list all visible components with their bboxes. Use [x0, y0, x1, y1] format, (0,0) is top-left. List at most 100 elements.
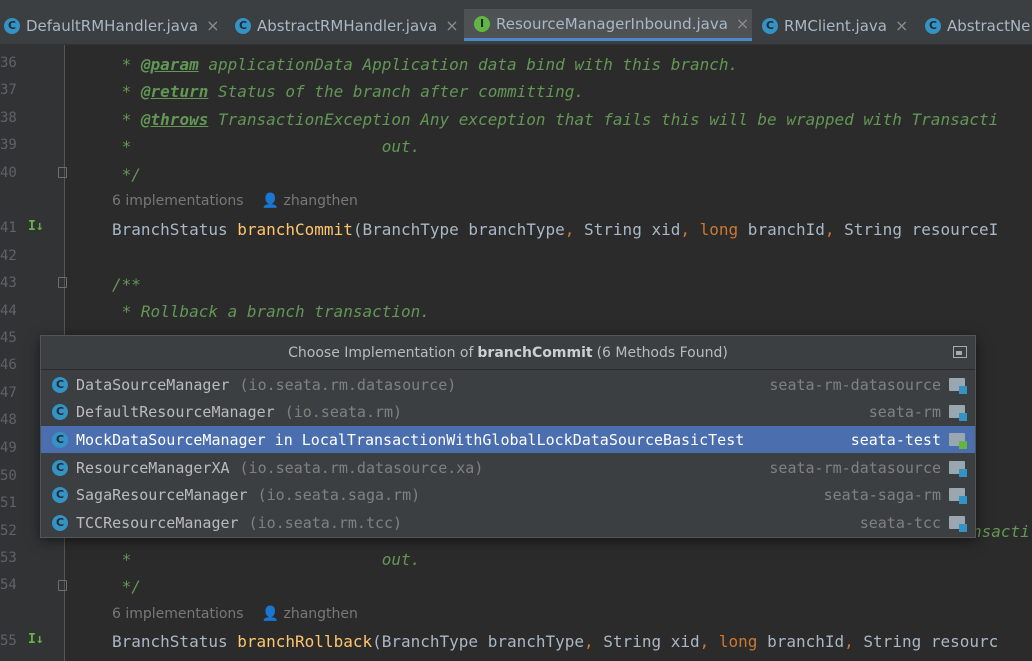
line-number: 54 — [0, 577, 17, 593]
line-number: 40 — [0, 165, 17, 181]
class-icon: C — [762, 17, 778, 34]
implementations-count[interactable]: 6 implementations — [112, 606, 244, 622]
class-name: ResourceManagerXA — [76, 458, 230, 477]
code-line-36: * @param applicationData Application dat… — [112, 55, 739, 74]
line-number: 45 — [0, 330, 17, 346]
tab-defaultrmhandler[interactable]: C DefaultRMHandler.java × — [4, 9, 219, 42]
class-icon: C — [4, 17, 20, 34]
line-number: 55 — [0, 633, 17, 649]
code-line-41[interactable]: BranchStatus branchCommit(BranchType bra… — [112, 220, 998, 239]
module-name: seata-rm-datasource — [769, 458, 941, 477]
implementation-item[interactable]: C SagaResourceManager (io.seata.saga.rm)… — [41, 481, 975, 508]
code-line-38: * @throws TransactionException Any excep… — [112, 110, 999, 129]
method-name[interactable]: branchRollback — [237, 632, 372, 651]
tab-abstractrmhandler[interactable]: C AbstractRMHandler.java × — [235, 9, 459, 42]
code-line-55[interactable]: BranchStatus branchRollback(BranchType b… — [112, 632, 998, 651]
tab-resourcemanagerinbound[interactable]: I ResourceManagerInbound.java × — [464, 9, 752, 41]
line-number: 50 — [0, 468, 17, 484]
tab-label: RMClient.java — [784, 16, 887, 35]
line-number: 51 — [0, 495, 17, 511]
return-type: BranchStatus — [112, 632, 238, 651]
code-line-40: */ — [112, 165, 141, 184]
param: branchId — [738, 220, 825, 239]
tab-label: DefaultRMHandler.java — [26, 16, 199, 35]
tab-label: AbstractRMHandler.java — [257, 16, 438, 35]
fold-marker-icon[interactable] — [58, 580, 67, 591]
tab-label: AbstractNe — [947, 16, 1031, 35]
line-number: 53 — [0, 550, 17, 566]
keyword: long — [690, 220, 739, 239]
open-in-window-icon[interactable] — [953, 346, 967, 358]
param: String xid — [593, 632, 700, 651]
close-icon[interactable]: × — [206, 16, 219, 35]
param: (BranchType branchType — [352, 220, 565, 239]
comma: , — [564, 220, 575, 239]
keyword: long — [709, 632, 758, 651]
implemented-arrow-icon[interactable]: I↓ — [28, 632, 44, 647]
comma: , — [699, 632, 710, 651]
method-name[interactable]: branchCommit — [237, 220, 353, 239]
implementation-item[interactable]: C DataSourceManager (io.seata.rm.datasou… — [41, 371, 975, 398]
implementation-item-selected[interactable]: C MockDataSourceManager in LocalTransact… — [41, 426, 975, 453]
module-folder-icon — [949, 378, 967, 394]
class-name: MockDataSourceManager in LocalTransactio… — [76, 430, 745, 449]
package-name: (io.seata.rm.datasource.xa) — [239, 458, 484, 477]
package-name: (io.seata.rm) — [284, 402, 403, 421]
implementation-item[interactable]: C ResourceManagerXA (io.seata.rm.datasou… — [41, 454, 975, 481]
abstract-class-icon: C — [235, 17, 251, 34]
module-folder-icon — [949, 516, 967, 532]
line-number: 39 — [0, 137, 17, 153]
tab-rmclient[interactable]: C RMClient.java × — [762, 9, 908, 42]
user-icon: 👤 — [261, 606, 284, 622]
line-number: 38 — [0, 110, 17, 126]
javadoc-tag: @throws — [140, 110, 209, 129]
line-number: 48 — [0, 412, 17, 428]
module-name: seata-saga-rm — [823, 485, 941, 504]
class-icon: C — [52, 486, 68, 503]
param: String resourc — [853, 632, 999, 651]
implementations-count[interactable]: 6 implementations — [112, 193, 244, 209]
line-number: 46 — [0, 357, 17, 373]
comment-text: TransactionException Any exception that … — [208, 110, 999, 129]
implementations-hint[interactable]: 6 implementations 👤 zhangthen — [112, 606, 358, 622]
class-icon: C — [52, 514, 68, 531]
line-number: 52 — [0, 523, 17, 539]
author-name: zhangthen — [283, 606, 358, 622]
module-name: seata-rm — [868, 402, 941, 421]
fold-marker-icon[interactable] — [58, 277, 67, 288]
package-name: (io.seata.rm.tcc) — [248, 513, 403, 532]
package-name: (io.seata.saga.rm) — [257, 485, 421, 504]
line-number: 41 — [0, 220, 17, 236]
comma: , — [824, 220, 835, 239]
implementations-hint[interactable]: 6 implementations 👤 zhangthen — [112, 193, 358, 209]
close-icon[interactable]: × — [736, 14, 749, 33]
line-number: 44 — [0, 303, 17, 319]
module-folder-icon — [949, 405, 967, 421]
comment-text: Status of the branch after committing. — [208, 82, 585, 101]
line-number: 49 — [0, 440, 17, 456]
user-icon: 👤 — [261, 193, 284, 209]
implementation-item[interactable]: C DefaultResourceManager (io.seata.rm) s… — [41, 398, 975, 425]
class-icon: C — [52, 376, 68, 393]
tab-abstractne[interactable]: C AbstractNe — [925, 9, 1030, 42]
class-name: TCCResourceManager — [76, 513, 239, 532]
author-name: zhangthen — [283, 193, 358, 209]
implemented-arrow-icon[interactable]: I↓ — [28, 219, 44, 234]
comma: , — [584, 632, 594, 651]
code-line-53: * out. — [112, 550, 421, 569]
code-line-44: * Rollback a branch transaction. — [112, 302, 430, 321]
package-name: (io.seata.rm.datasource) — [239, 375, 457, 394]
popup-title-prefix: Choose Implementation of — [288, 344, 474, 361]
line-number: 47 — [0, 385, 17, 401]
fold-marker-icon[interactable] — [58, 167, 67, 178]
class-icon: C — [52, 459, 68, 476]
comment-text: applicationData Application data bind wi… — [198, 55, 739, 74]
line-number: 36 — [0, 55, 17, 71]
close-icon[interactable]: × — [445, 16, 458, 35]
implementation-item[interactable]: C TCCResourceManager (io.seata.rm.tcc) s… — [41, 509, 975, 536]
param: (BranchType branchType — [372, 632, 585, 651]
code-line-54: */ — [112, 577, 141, 596]
param: branchId — [757, 632, 845, 651]
code-line-37: * @return Status of the branch after com… — [112, 82, 585, 101]
close-icon[interactable]: × — [895, 16, 908, 35]
